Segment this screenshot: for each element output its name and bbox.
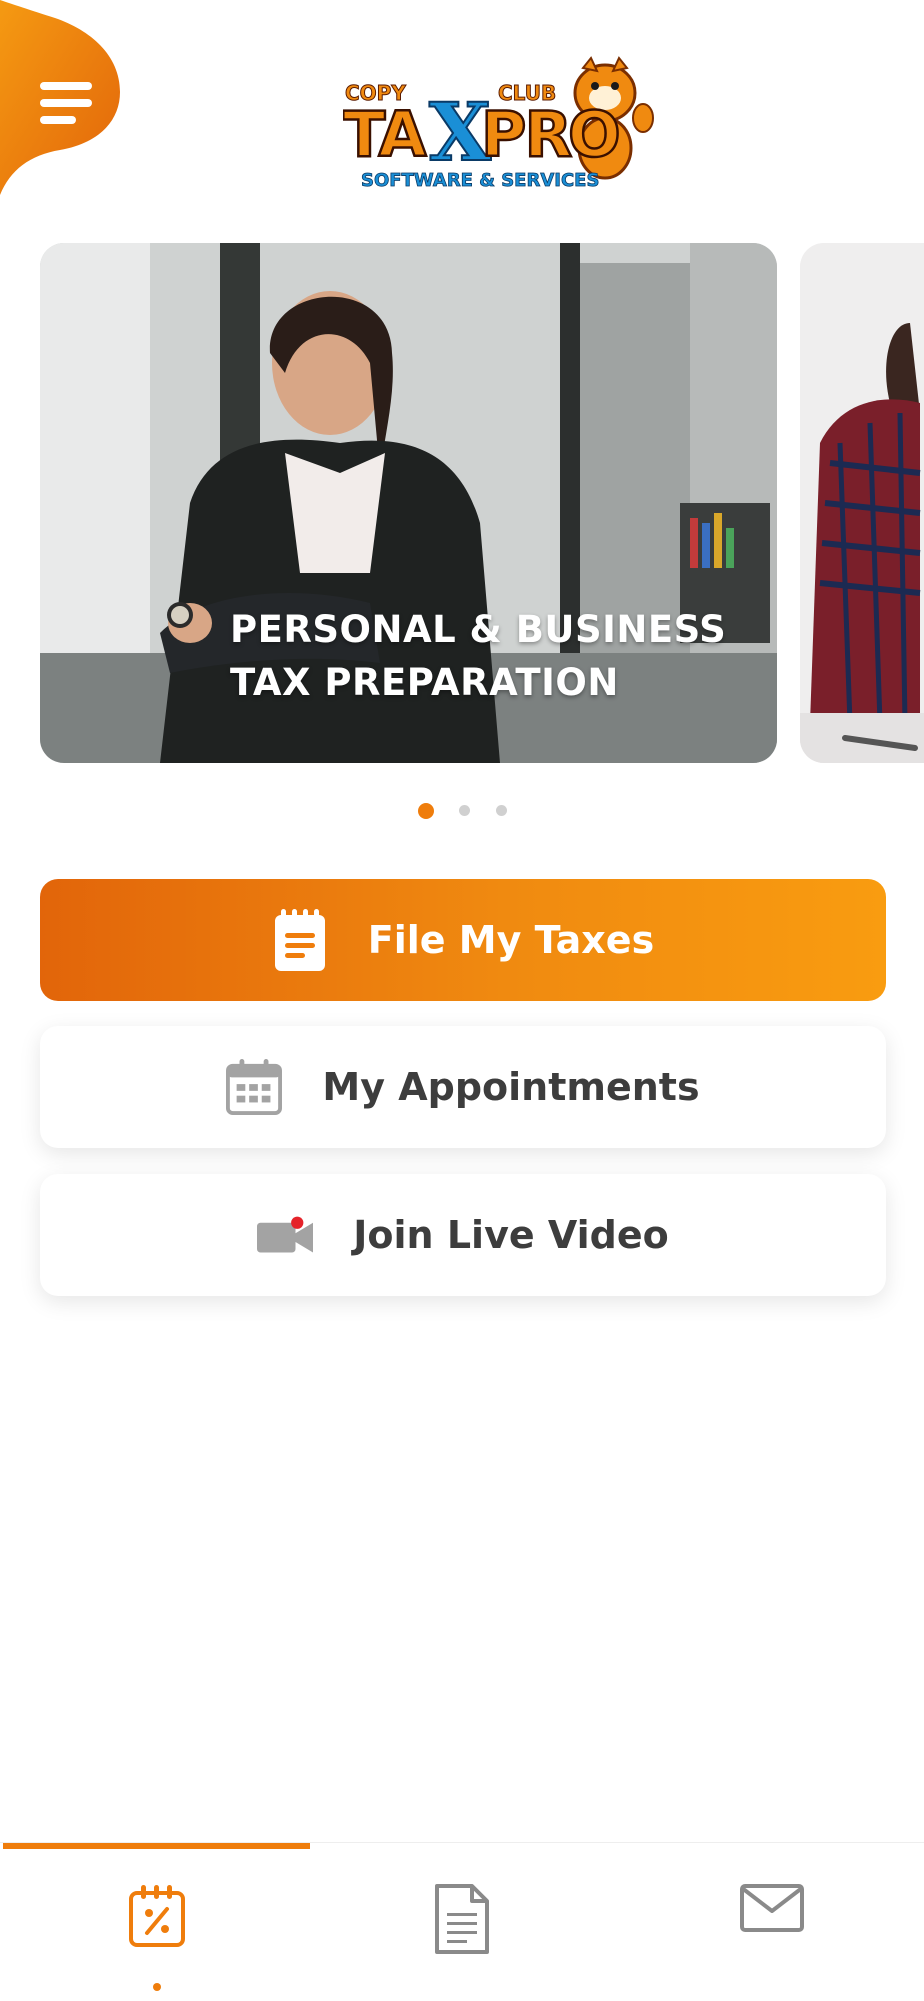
- woman-studying-photo: [800, 243, 924, 763]
- nav-active-indicator: [3, 1843, 310, 1849]
- bottom-navigation: [0, 1842, 924, 2001]
- nav-item-documents[interactable]: [412, 1883, 512, 1983]
- carousel-slide-next[interactable]: [800, 243, 924, 763]
- calendar-icon: [226, 1057, 283, 1117]
- join-live-video-label: Join Live Video: [353, 1213, 669, 1257]
- carousel-caption: PERSONAL & BUSINESS TAX PREPARATION: [230, 603, 750, 709]
- nav-active-dot: [153, 1983, 161, 1991]
- live-indicator-icon: [291, 1216, 304, 1229]
- my-appointments-label: My Appointments: [322, 1065, 700, 1109]
- document-icon: [435, 1884, 489, 1954]
- menu-button[interactable]: [0, 0, 120, 195]
- svg-text:TA: TA: [343, 98, 426, 171]
- svg-text:PR: PR: [481, 98, 571, 171]
- tax-calendar-icon: [129, 1885, 185, 1947]
- svg-text:SOFTWARE & SERVICES: SOFTWARE & SERVICES: [361, 170, 599, 191]
- carousel-dot[interactable]: [459, 805, 470, 816]
- file-my-taxes-label: File My Taxes: [367, 918, 655, 962]
- hamburger-menu-icon: [40, 82, 94, 133]
- carousel-slide-tax-preparation[interactable]: PERSONAL & BUSINESS TAX PREPARATION: [40, 243, 777, 763]
- video-camera-icon: [257, 1205, 314, 1265]
- promo-carousel[interactable]: PERSONAL & BUSINESS TAX PREPARATION: [0, 243, 924, 763]
- carousel-caption-line-2: TAX PREPARATION: [230, 661, 619, 704]
- carousel-caption-line-1: PERSONAL & BUSINESS: [230, 608, 727, 651]
- carousel-pagination: [0, 803, 924, 819]
- nav-item-taxes[interactable]: [107, 1883, 207, 1983]
- carousel-dot-active[interactable]: [418, 803, 434, 819]
- mail-icon: [740, 1884, 804, 1932]
- join-live-video-button[interactable]: Join Live Video: [40, 1174, 886, 1296]
- clipboard-icon: [272, 909, 328, 971]
- nav-item-messages[interactable]: [722, 1883, 822, 1983]
- my-appointments-button[interactable]: My Appointments: [40, 1026, 886, 1148]
- carousel-dot[interactable]: [496, 805, 507, 816]
- file-my-taxes-button[interactable]: File My Taxes: [40, 879, 886, 1001]
- svg-text:O: O: [568, 98, 621, 171]
- brand-logo: COPY CLUB TA X PR O SOFTWARE & SERVICES: [342, 38, 658, 193]
